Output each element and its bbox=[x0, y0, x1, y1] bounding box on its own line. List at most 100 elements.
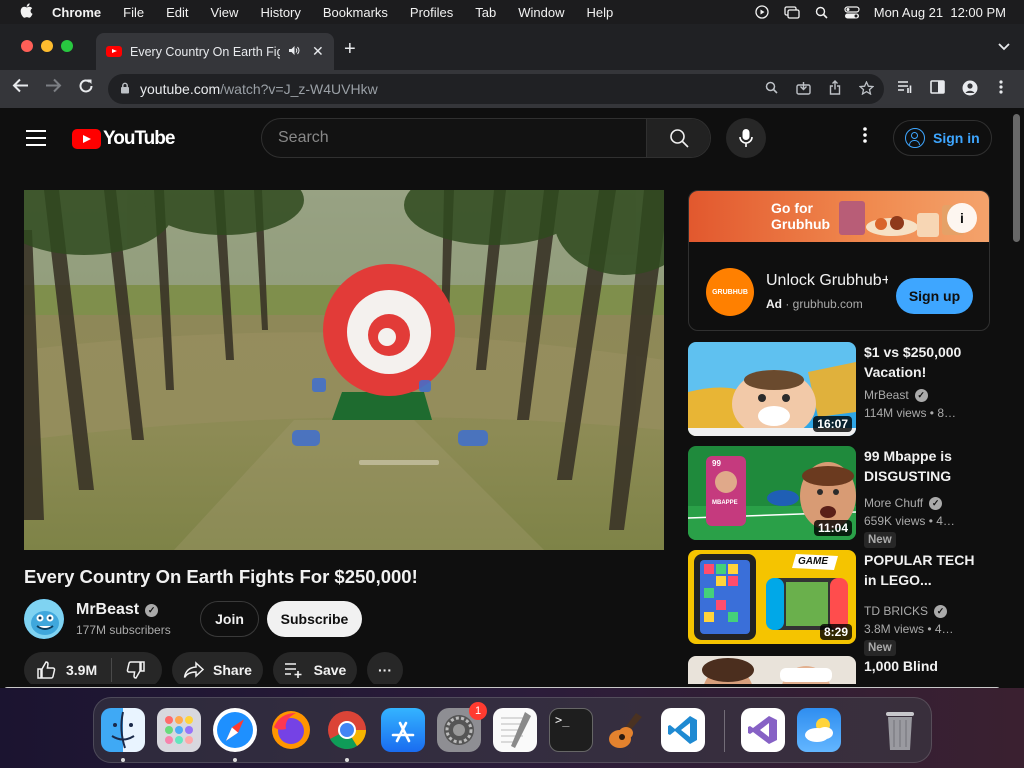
recommendation-item[interactable]: 16:07 $1 vs $250,000 Vacation! MrBeast ✓… bbox=[688, 342, 988, 436]
menu-file[interactable]: File bbox=[123, 5, 144, 20]
sign-in-button[interactable]: Sign in bbox=[893, 120, 992, 156]
menu-profiles[interactable]: Profiles bbox=[410, 5, 453, 20]
terminal-icon[interactable]: >_ bbox=[549, 708, 593, 752]
recommendation-thumbnail[interactable]: 11:04 99 MBAPPE bbox=[688, 446, 856, 540]
recommendation-title[interactable]: 99 Mbappe is DISGUSTING bbox=[864, 446, 982, 486]
side-panel-icon[interactable] bbox=[930, 80, 945, 97]
chrome-icon[interactable] bbox=[325, 708, 369, 752]
voice-search-button[interactable] bbox=[726, 118, 766, 158]
channel-name[interactable]: MrBeast ✓ bbox=[76, 601, 159, 619]
video-title: Every Country On Earth Fights For $250,0… bbox=[24, 566, 418, 587]
menu-window[interactable]: Window bbox=[518, 5, 564, 20]
channel-avatar[interactable] bbox=[24, 599, 64, 639]
vscode-icon[interactable] bbox=[661, 708, 705, 752]
reload-icon[interactable] bbox=[78, 78, 94, 99]
like-button[interactable]: 3.9M bbox=[36, 660, 97, 680]
app-store-icon[interactable] bbox=[381, 708, 425, 752]
reading-list-icon[interactable] bbox=[897, 80, 913, 97]
youtube-play-logo-icon bbox=[72, 129, 101, 149]
lock-icon[interactable] bbox=[120, 82, 130, 97]
window-close-button[interactable] bbox=[21, 40, 33, 52]
garageband-icon[interactable] bbox=[605, 708, 649, 752]
ad-card[interactable]: Go for Grubhub i GRUBHUB Unlock Grubhub+… bbox=[688, 190, 990, 331]
firefox-icon[interactable] bbox=[269, 708, 313, 752]
control-center-icon[interactable] bbox=[844, 5, 860, 19]
subscribe-button[interactable]: Subscribe bbox=[267, 601, 362, 637]
menu-history[interactable]: History bbox=[260, 5, 300, 20]
recommendation-thumbnail[interactable]: 16:07 bbox=[688, 342, 856, 436]
verified-check-icon: ✓ bbox=[914, 388, 928, 402]
search-icon bbox=[669, 129, 689, 148]
ad-sign-up-button[interactable]: Sign up bbox=[896, 278, 973, 314]
terminal-prompt-glyph: >_ bbox=[555, 713, 570, 727]
menubar-clock[interactable]: Mon Aug 21 12:00 PM bbox=[874, 5, 1006, 20]
recommendation-channel[interactable]: MrBeast ✓ bbox=[864, 388, 928, 402]
grubhub-logo[interactable]: GRUBHUB bbox=[706, 268, 754, 316]
youtube-logo[interactable]: YouTube bbox=[72, 128, 175, 150]
screen-mirroring-icon[interactable] bbox=[784, 5, 800, 19]
safari-icon[interactable] bbox=[213, 708, 257, 752]
save-button[interactable]: Save bbox=[273, 652, 357, 688]
bookmark-star-icon[interactable] bbox=[858, 79, 875, 98]
tab-search-chevron-icon[interactable] bbox=[998, 40, 1010, 54]
search-button[interactable] bbox=[646, 119, 710, 157]
menu-chrome[interactable]: Chrome bbox=[52, 5, 101, 20]
join-button[interactable]: Join bbox=[200, 601, 259, 637]
forward-arrow-icon[interactable] bbox=[45, 78, 62, 98]
ad-title[interactable]: Unlock Grubhub+ benefits bbox=[766, 272, 888, 290]
install-app-icon[interactable] bbox=[796, 81, 811, 98]
search-input[interactable] bbox=[262, 119, 646, 157]
tab-audio-icon[interactable] bbox=[288, 45, 300, 59]
dislike-button[interactable] bbox=[126, 660, 146, 680]
weather-icon[interactable] bbox=[797, 708, 841, 752]
menu-help[interactable]: Help bbox=[587, 5, 614, 20]
window-zoom-button[interactable] bbox=[61, 40, 73, 52]
tab-close-icon[interactable]: ✕ bbox=[312, 43, 324, 60]
browser-tab-active[interactable]: Every Country On Earth Fights For $250,0… bbox=[96, 33, 334, 70]
back-arrow-icon[interactable] bbox=[12, 78, 29, 98]
address-bar[interactable]: youtube.com/watch?v=J_z-W4UVHkw bbox=[108, 74, 884, 104]
recommendation-item[interactable]: GAME 8:29 POPULAR TECH in LEGO... TD BRI… bbox=[688, 550, 988, 656]
textedit-icon[interactable] bbox=[493, 708, 537, 752]
menu-tab[interactable]: Tab bbox=[475, 5, 496, 20]
share-button[interactable]: Share bbox=[172, 652, 263, 688]
menu-extras: Mon Aug 21 12:00 PM bbox=[754, 0, 1006, 24]
apple-menu-icon[interactable] bbox=[18, 3, 34, 21]
ad-banner-image[interactable]: Go for Grubhub i bbox=[689, 191, 989, 242]
recommendation-item[interactable]: 11:04 99 MBAPPE 99 Mbappe is DISGUSTING … bbox=[688, 446, 988, 548]
menu-edit[interactable]: Edit bbox=[166, 5, 188, 20]
video-duration: 11:04 bbox=[813, 520, 852, 536]
recommendation-thumbnail[interactable]: GAME 8:29 bbox=[688, 550, 856, 644]
recommendation-channel[interactable]: TD BRICKS ✓ bbox=[864, 604, 948, 618]
profile-icon[interactable] bbox=[962, 80, 978, 99]
recommendation-title[interactable]: $1 vs $250,000 Vacation! bbox=[864, 342, 982, 382]
recommendation-channel[interactable]: More Chuff ✓ bbox=[864, 496, 943, 510]
trash-icon[interactable] bbox=[878, 708, 922, 752]
spotlight-search-icon[interactable] bbox=[814, 5, 830, 19]
menu-view[interactable]: View bbox=[210, 5, 238, 20]
recommendation-title[interactable]: 1,000 Blind bbox=[864, 656, 982, 676]
settings-notification-badge: 1 bbox=[469, 702, 487, 720]
visual-studio-icon[interactable] bbox=[741, 708, 785, 752]
menu-bookmarks[interactable]: Bookmarks bbox=[323, 5, 388, 20]
finder-icon[interactable] bbox=[101, 708, 145, 752]
verified-check-icon: ✓ bbox=[145, 603, 159, 617]
video-player[interactable] bbox=[24, 190, 664, 550]
window-minimize-button[interactable] bbox=[41, 40, 53, 52]
share-page-icon[interactable] bbox=[829, 80, 841, 98]
new-tab-button[interactable]: + bbox=[344, 38, 356, 61]
chrome-menu-icon[interactable] bbox=[999, 80, 1003, 97]
more-actions-button[interactable]: ··· bbox=[367, 652, 403, 688]
play-circle-icon[interactable] bbox=[754, 5, 770, 19]
recommendation-title[interactable]: POPULAR TECH in LEGO... bbox=[864, 550, 982, 590]
settings-kebab-icon[interactable] bbox=[860, 127, 870, 143]
ad-info-icon[interactable]: i bbox=[947, 203, 977, 233]
hamburger-menu-icon[interactable] bbox=[26, 130, 46, 151]
recommendation-channel-name: More Chuff bbox=[864, 496, 924, 510]
youtube-page: YouTube Sign in bbox=[0, 108, 1024, 688]
zoom-search-icon[interactable] bbox=[765, 81, 778, 97]
recommendation-channel-name: MrBeast bbox=[864, 388, 909, 402]
page-vertical-scrollbar[interactable] bbox=[1013, 114, 1020, 242]
thumbs-down-icon bbox=[126, 661, 145, 679]
launchpad-icon[interactable] bbox=[157, 708, 201, 752]
